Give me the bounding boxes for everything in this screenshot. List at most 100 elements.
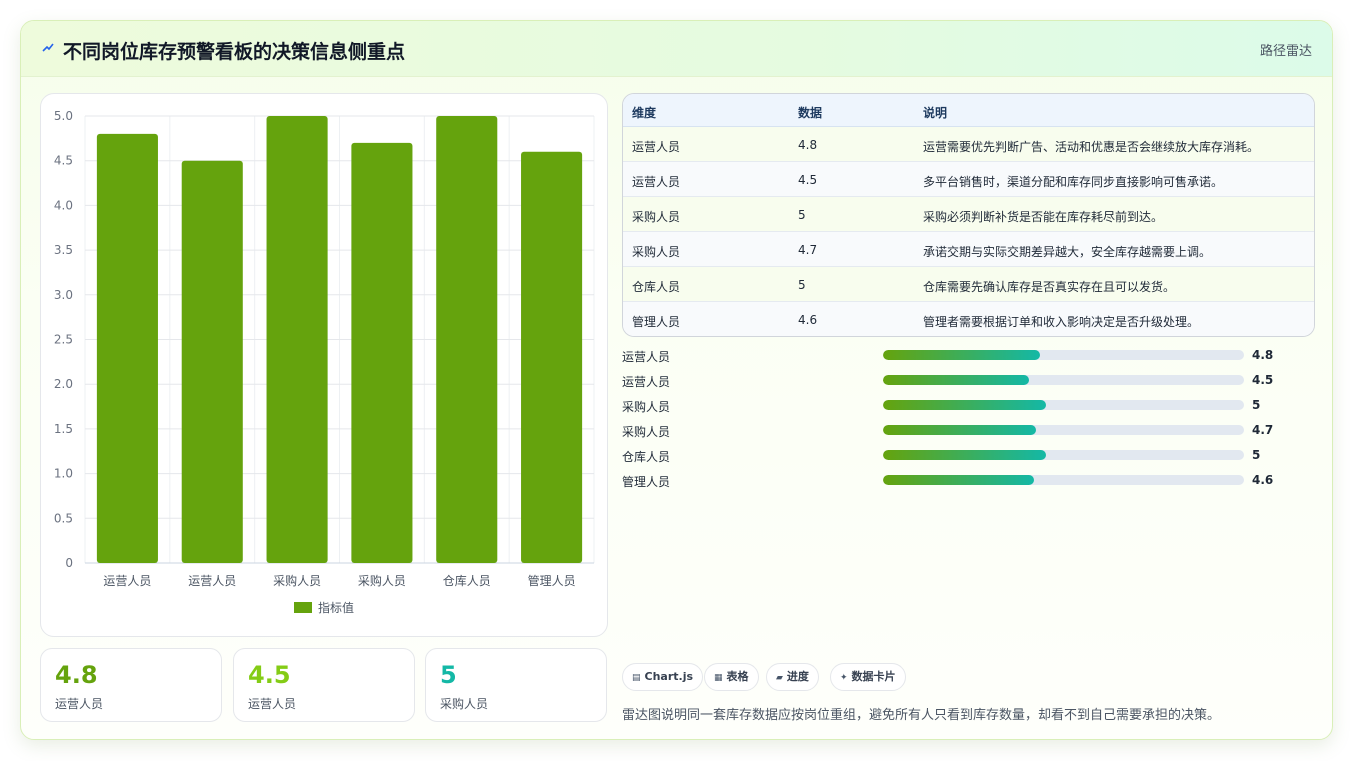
footer-note: 雷达图说明同一套库存数据应按岗位重组，避免所有人只看到库存数量，却看不到自己需要… <box>622 708 1221 723</box>
progress-fill <box>883 400 1047 410</box>
progress-label: 采购人员 <box>622 425 671 439</box>
stat-label: 运营人员 <box>248 697 297 711</box>
table-cell-dimension: 采购人员 <box>632 210 681 224</box>
chip-label: 表格 <box>726 670 749 683</box>
y-tick-label: 0.5 <box>54 511 73 525</box>
progress-value: 4.8 <box>1252 348 1274 362</box>
progress-row: 采购人员 5 <box>622 396 1282 416</box>
y-tick-label: 3.0 <box>54 288 73 302</box>
progress-track <box>883 400 1244 410</box>
table-cell-note: 管理者需要根据订单和收入影响决定是否升级处理。 <box>923 315 1200 329</box>
table-header-data: 数据 <box>798 106 823 120</box>
table-cell-value: 4.8 <box>798 138 818 152</box>
table-cell-dimension: 仓库人员 <box>632 280 681 294</box>
table-cell-value: 5 <box>798 278 806 292</box>
progress-track <box>883 375 1244 385</box>
progress-value: 4.7 <box>1252 423 1274 437</box>
nav-link-path-radar[interactable]: 路径雷达 <box>1260 40 1312 59</box>
table-cell-note: 运营需要优先判断广告、活动和优惠是否会继续放大库存消耗。 <box>923 140 1260 154</box>
x-tick-label: 运营人员 <box>103 574 151 588</box>
y-tick-label: 4.0 <box>54 198 73 212</box>
bar-chart-panel: 0 0.5 1.0 1.5 2.0 2.5 3.0 3.5 4.0 4.5 5.0 运营人员 运营人员 采… <box>40 93 608 637</box>
x-tick-label: 仓库人员 <box>443 573 491 588</box>
y-tick-label: 3.5 <box>54 243 73 257</box>
progress-label: 仓库人员 <box>622 450 671 464</box>
table-row: 运营人员 4.8 运营需要优先判断广告、活动和优惠是否会继续放大库存消耗。 <box>623 127 1314 162</box>
table-cell-note: 采购必须判断补货是否能在库存耗尽前到达。 <box>923 210 1164 224</box>
y-tick-label: 4.5 <box>54 154 73 168</box>
progress-row: 仓库人员 5 <box>622 446 1282 466</box>
progress-row: 管理人员 4.6 <box>622 471 1282 491</box>
bar <box>96 133 158 563</box>
y-tick-label: 0 <box>65 556 73 570</box>
progress-row: 运营人员 4.5 <box>622 371 1282 391</box>
progress-fill <box>883 375 1030 385</box>
table-header: 维度 数据 说明 <box>623 94 1314 127</box>
progress-fill <box>883 350 1040 360</box>
bar-chart: 0 0.5 1.0 1.5 2.0 2.5 3.0 3.5 4.0 4.5 5.0 运营人员 运营人员 采… <box>54 109 595 615</box>
header-bar: 不同岗位库存预警看板的决策信息侧重点 路径雷达 <box>21 21 1332 77</box>
progress-icon: ▰ <box>776 673 783 683</box>
x-tick-label: 管理人员 <box>528 573 576 588</box>
stat-label: 采购人员 <box>440 697 489 711</box>
y-tick-label: 5.0 <box>54 109 73 123</box>
chip-chartjs[interactable]: ▤ Chart.js <box>622 663 704 691</box>
chip-label: 进度 <box>786 670 809 683</box>
progress-track <box>883 350 1244 360</box>
x-tick-label: 运营人员 <box>188 574 236 588</box>
y-tick-label: 2.0 <box>54 377 73 391</box>
progress-row: 运营人员 4.8 <box>622 346 1282 366</box>
chip-table[interactable]: ▦ 表格 <box>704 663 759 691</box>
y-tick-label: 1.0 <box>54 467 73 481</box>
table-cell-dimension: 采购人员 <box>632 245 681 259</box>
progress-label: 采购人员 <box>622 400 671 414</box>
progress-value: 4.6 <box>1252 473 1274 487</box>
table-cell-value: 4.5 <box>798 173 818 187</box>
table-cell-value: 4.7 <box>798 243 818 257</box>
stat-value: 4.5 <box>248 661 291 689</box>
chip-label: 数据卡片 <box>851 670 896 683</box>
table-cell-dimension: 运营人员 <box>632 175 681 189</box>
table-row: 采购人员 5 采购必须判断补货是否能在库存耗尽前到达。 <box>623 197 1314 232</box>
table-cell-dimension: 运营人员 <box>632 140 681 154</box>
progress-track <box>883 450 1244 460</box>
table-cell-note: 多平台销售时，渠道分配和库存同步直接影响可售承诺。 <box>923 175 1224 189</box>
bar <box>436 116 498 563</box>
legend-swatch <box>294 602 312 613</box>
stat-label: 运营人员 <box>55 697 104 711</box>
table-icon: ▦ <box>714 673 723 683</box>
progress-label: 运营人员 <box>622 350 671 364</box>
table-cell-note: 仓库需要先确认库存是否真实存在且可以发货。 <box>923 280 1176 294</box>
table-header-dimension: 维度 <box>632 106 657 120</box>
chip-progress[interactable]: ▰ 进度 <box>766 663 819 691</box>
chip-data-card[interactable]: ✦ 数据卡片 <box>830 663 906 691</box>
progress-label: 运营人员 <box>622 375 671 389</box>
table-cell-dimension: 管理人员 <box>632 315 681 329</box>
table-row: 采购人员 4.7 承诺交期与实际交期差异越大，安全库存越需要上调。 <box>623 232 1314 267</box>
progress-value: 5 <box>1252 398 1261 412</box>
bar <box>521 151 583 563</box>
bar <box>181 160 243 563</box>
table-cell-value: 4.6 <box>798 313 818 327</box>
stat-card: 4.5 运营人员 <box>233 648 415 722</box>
progress-row: 采购人员 4.7 <box>622 421 1282 441</box>
table-cell-note: 承诺交期与实际交期差异越大，安全库存越需要上调。 <box>923 245 1212 259</box>
table-header-note: 说明 <box>923 106 948 120</box>
stat-card: 5 采购人员 <box>425 648 607 722</box>
chart-icon: ▤ <box>632 673 641 683</box>
progress-value: 4.5 <box>1252 373 1274 387</box>
y-tick-label: 1.5 <box>54 422 73 436</box>
progress-fill <box>883 425 1036 435</box>
stat-value: 5 <box>440 661 457 689</box>
progress-track <box>883 475 1244 485</box>
table-row: 运营人员 4.5 多平台销售时，渠道分配和库存同步直接影响可售承诺。 <box>623 162 1314 197</box>
page-title: 不同岗位库存预警看板的决策信息侧重点 <box>63 41 406 63</box>
x-tick-label: 采购人员 <box>358 573 406 588</box>
bar <box>351 142 413 563</box>
stat-value: 4.8 <box>55 661 98 689</box>
table-row: 管理人员 4.6 管理者需要根据订单和收入影响决定是否升级处理。 <box>623 302 1314 336</box>
progress-fill <box>883 475 1034 485</box>
x-tick-label: 采购人员 <box>273 573 321 588</box>
bar <box>266 116 328 563</box>
card-icon: ✦ <box>840 673 848 683</box>
